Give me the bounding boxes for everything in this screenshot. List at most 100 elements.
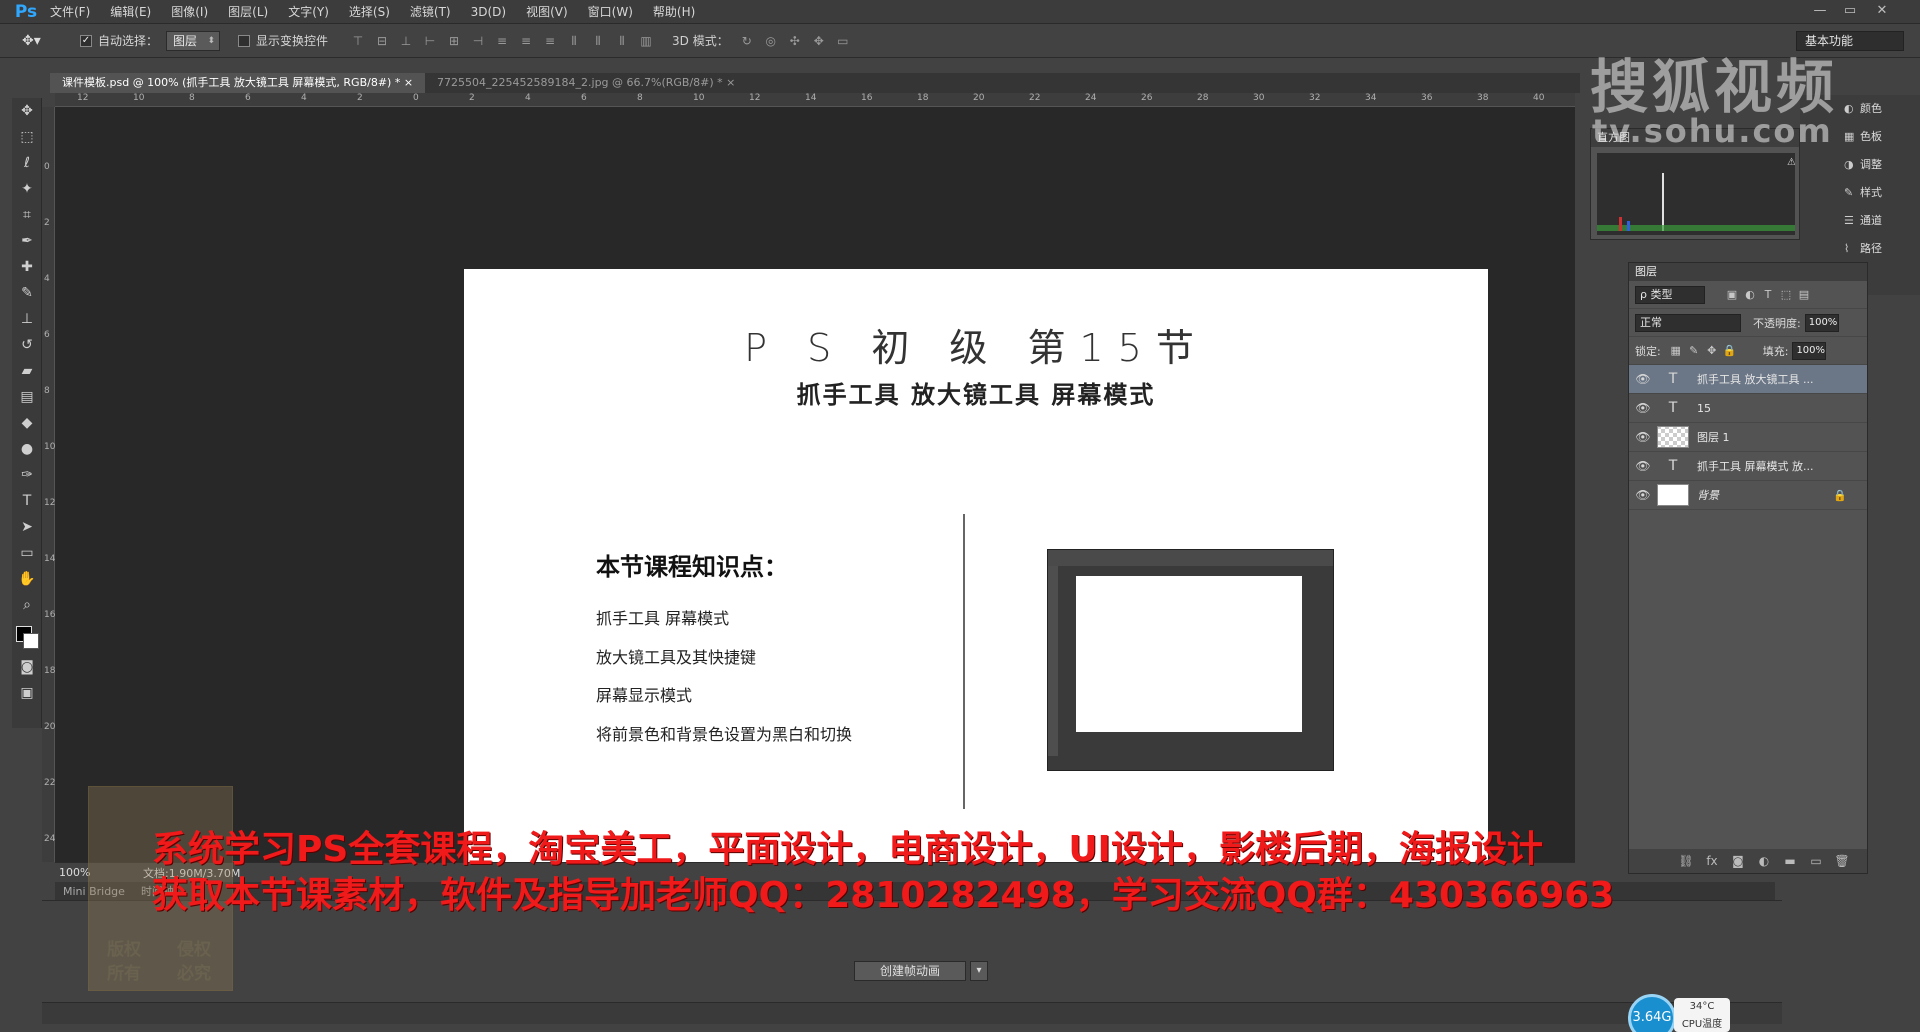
distribute-right-icon[interactable]: ⫴: [612, 31, 632, 51]
3d-pan-icon[interactable]: ✣: [785, 31, 805, 51]
panel-swatches[interactable]: ▦ 色板: [1840, 123, 1920, 151]
3d-roll-icon[interactable]: ◎: [761, 31, 781, 51]
new-group-icon[interactable]: ▬: [1777, 854, 1803, 868]
menu-3d[interactable]: 3D(D): [461, 0, 516, 24]
panel-color[interactable]: ◐ 颜色: [1840, 95, 1920, 123]
magic-wand-tool-icon[interactable]: ✦: [12, 176, 42, 202]
healing-brush-tool-icon[interactable]: ✚: [12, 254, 42, 280]
align-bottom-icon[interactable]: ⊥: [396, 31, 416, 51]
menu-view[interactable]: 视图(V): [516, 0, 578, 24]
layer-row[interactable]: 👁 T 抓手工具 放大镜工具 ...: [1629, 365, 1867, 394]
filter-pixel-icon[interactable]: ▣: [1723, 286, 1741, 304]
history-brush-tool-icon[interactable]: ↺: [12, 332, 42, 358]
lasso-tool-icon[interactable]: ℓ: [12, 150, 42, 176]
visibility-eye-icon[interactable]: 👁: [1629, 372, 1657, 386]
rectangle-tool-icon[interactable]: ▭: [12, 540, 42, 566]
align-top-icon[interactable]: ⊤: [348, 31, 368, 51]
marquee-tool-icon[interactable]: ⬚: [12, 124, 42, 150]
distribute-left-icon[interactable]: ⫴: [564, 31, 584, 51]
menu-type[interactable]: 文字(Y): [278, 0, 339, 24]
panel-paths[interactable]: ⌇ 路径: [1840, 235, 1920, 263]
panel-styles[interactable]: ✎ 样式: [1840, 179, 1920, 207]
dodge-tool-icon[interactable]: ●: [12, 436, 42, 462]
distribute-hcenter-icon[interactable]: ⫴: [588, 31, 608, 51]
menu-select[interactable]: 选择(S): [339, 0, 400, 24]
maximize-button[interactable]: ▭: [1836, 2, 1864, 20]
adjustment-layer-icon[interactable]: ◐: [1751, 854, 1777, 868]
3d-rotate-icon[interactable]: ↻: [737, 31, 757, 51]
align-hcenter-icon[interactable]: ⊞: [444, 31, 464, 51]
canvas-area[interactable]: P S 初 级 第15节 抓手工具 放大镜工具 屏幕模式 本节课程知识点： 抓手…: [55, 107, 1575, 919]
pen-tool-icon[interactable]: ✑: [12, 462, 42, 488]
filter-shape-icon[interactable]: ⬚: [1777, 286, 1795, 304]
lock-position-icon[interactable]: ✥: [1703, 342, 1721, 360]
create-frame-animation-button[interactable]: 创建帧动画: [854, 961, 966, 981]
histogram-warning-icon[interactable]: ⚠: [1787, 157, 1796, 168]
distribute-top-icon[interactable]: ≡: [492, 31, 512, 51]
3d-slide-icon[interactable]: ✥: [809, 31, 829, 51]
layer-filter-dropdown[interactable]: ρ 类型: [1635, 285, 1705, 304]
eyedropper-tool-icon[interactable]: ✒: [12, 228, 42, 254]
layer-row[interactable]: 👁 T 15: [1629, 394, 1867, 423]
visibility-eye-icon[interactable]: 👁: [1629, 459, 1657, 473]
layer-row[interactable]: 👁 T 抓手工具 屏幕模式 放...: [1629, 452, 1867, 481]
lock-all-icon[interactable]: 🔒: [1721, 342, 1739, 360]
screen-mode-icon[interactable]: ▣: [12, 680, 42, 706]
menu-window[interactable]: 窗口(W): [578, 0, 643, 24]
align-left-icon[interactable]: ⊢: [420, 31, 440, 51]
menu-help[interactable]: 帮助(H): [643, 0, 705, 24]
lock-pixels-icon[interactable]: ✎: [1685, 342, 1703, 360]
menu-image[interactable]: 图像(I): [161, 0, 218, 24]
crop-tool-icon[interactable]: ⌗: [12, 202, 42, 228]
path-selection-tool-icon[interactable]: ➤: [12, 514, 42, 540]
blend-mode-dropdown[interactable]: 正常: [1635, 313, 1741, 332]
panel-channels[interactable]: ☰ 通道: [1840, 207, 1920, 235]
show-transform-checkbox[interactable]: [238, 34, 251, 47]
visibility-eye-icon[interactable]: 👁: [1629, 430, 1657, 444]
layer-style-icon[interactable]: fx: [1699, 854, 1725, 868]
gradient-tool-icon[interactable]: ▤: [12, 384, 42, 410]
brush-tool-icon[interactable]: ✎: [12, 280, 42, 306]
zoom-tool-icon[interactable]: ⌕: [12, 592, 42, 618]
filter-smart-object-icon[interactable]: ▤: [1795, 286, 1813, 304]
menu-layer[interactable]: 图层(L): [218, 0, 278, 24]
new-layer-icon[interactable]: ▭: [1803, 854, 1829, 868]
tab-document-active[interactable]: 课件模板.psd @ 100% (抓手工具 放大镜工具 屏幕模式, RGB/8#…: [50, 73, 426, 93]
minimize-button[interactable]: —: [1806, 2, 1834, 20]
layer-row[interactable]: 👁 背景 🔒: [1629, 481, 1867, 510]
close-button[interactable]: ✕: [1868, 2, 1896, 20]
opacity-field[interactable]: 100%: [1804, 313, 1839, 332]
distribute-bottom-icon[interactable]: ≡: [540, 31, 560, 51]
filter-type-icon[interactable]: T: [1759, 286, 1777, 304]
layers-tab[interactable]: 图层: [1629, 263, 1867, 281]
panel-adjustments[interactable]: ◑ 调整: [1840, 151, 1920, 179]
link-layers-icon[interactable]: ⛓: [1673, 854, 1699, 868]
distribute-vcenter-icon[interactable]: ≡: [516, 31, 536, 51]
fill-field[interactable]: 100%: [1792, 341, 1827, 360]
menu-filter[interactable]: 滤镜(T): [400, 0, 461, 24]
move-tool-icon[interactable]: ✥▾: [22, 33, 62, 49]
layer-row[interactable]: 👁 图层 1: [1629, 423, 1867, 452]
auto-select-checkbox[interactable]: ✓: [80, 34, 92, 47]
3d-scale-icon[interactable]: ▭: [833, 31, 853, 51]
filter-adjustment-icon[interactable]: ◐: [1741, 286, 1759, 304]
menu-file[interactable]: 文件(F): [40, 0, 100, 24]
quick-mask-icon[interactable]: ◙: [12, 654, 42, 680]
tab-document-2[interactable]: 7725504_225452589184_2.jpg @ 66.7%(RGB/8…: [425, 73, 747, 93]
hand-tool-icon[interactable]: ✋: [12, 566, 42, 592]
visibility-eye-icon[interactable]: 👁: [1629, 401, 1657, 415]
align-right-icon[interactable]: ⊣: [468, 31, 488, 51]
menu-edit[interactable]: 编辑(E): [100, 0, 161, 24]
lock-transparency-icon[interactable]: ▦: [1667, 342, 1685, 360]
visibility-eye-icon[interactable]: 👁: [1629, 488, 1657, 502]
move-tool-icon[interactable]: ✥: [12, 98, 42, 124]
align-vcenter-icon[interactable]: ⊟: [372, 31, 392, 51]
type-tool-icon[interactable]: T: [12, 488, 42, 514]
add-mask-icon[interactable]: ◙: [1725, 854, 1751, 868]
background-color-swatch[interactable]: [23, 633, 39, 649]
create-animation-dropdown-icon[interactable]: ▾: [970, 961, 988, 981]
blur-tool-icon[interactable]: ◆: [12, 410, 42, 436]
eraser-tool-icon[interactable]: ▰: [12, 358, 42, 384]
auto-align-icon[interactable]: ▥: [636, 31, 656, 51]
auto-select-dropdown[interactable]: 图层: [166, 30, 221, 51]
